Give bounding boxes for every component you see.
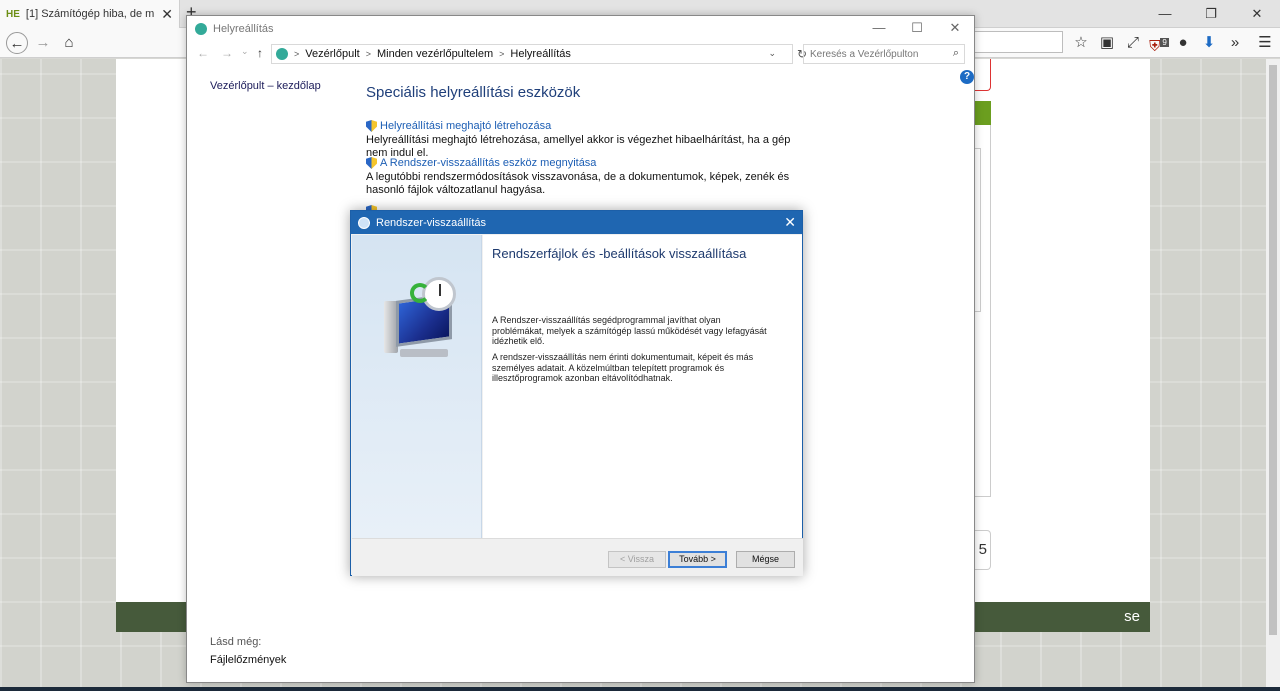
back-button[interactable]: < Vissza: [608, 551, 666, 568]
restore-button[interactable]: ❐: [1188, 0, 1234, 28]
uac-shield-icon: [366, 120, 377, 132]
tab-favicon-icon: HE: [6, 8, 20, 20]
bookmark-icon[interactable]: ☆: [1070, 32, 1092, 54]
page-scrollbar[interactable]: [1266, 59, 1280, 691]
tab-close-icon[interactable]: ✕: [161, 6, 173, 23]
breadcrumb-separator[interactable]: >: [294, 49, 299, 59]
cp-up-icon[interactable]: ↑: [257, 46, 263, 60]
recovery-drive-title[interactable]: Helyreállítási meghajtó létrehozása: [380, 120, 551, 132]
back-button[interactable]: ←: [6, 32, 28, 54]
dialog-close-icon[interactable]: ✕: [784, 214, 796, 231]
breadcrumb-separator[interactable]: >: [499, 49, 504, 59]
scrollbar-thumb[interactable]: [1269, 65, 1277, 635]
page-footer-text[interactable]: se: [1124, 608, 1140, 625]
dialog-heading: Rendszerfájlok és -beállítások visszaáll…: [492, 246, 747, 261]
cp-history-dropdown-icon[interactable]: ⌄: [241, 46, 249, 57]
cp-item-system-restore: A Rendszer-visszaállítás eszköz megnyitá…: [366, 157, 806, 197]
recovery-drive-link[interactable]: Helyreállítási meghajtó létrehozása: [366, 120, 806, 132]
system-restore-desc: A legutóbbi rendszermódosítások visszavo…: [366, 171, 790, 196]
breadcrumb-all-items[interactable]: Minden vezérlőpultelem: [377, 48, 493, 60]
dialog-sidebar: [352, 235, 482, 538]
page-alert-box: [973, 59, 991, 91]
expand-icon[interactable]: ⤢: [1122, 32, 1144, 54]
see-also-label: Lásd még:: [210, 636, 262, 648]
cp-forward-icon[interactable]: →: [221, 46, 233, 60]
file-history-link[interactable]: Fájlelőzmények: [210, 654, 286, 666]
ublock-badge: 9: [1160, 38, 1169, 47]
recovery-icon: [195, 23, 207, 35]
overflow-icon[interactable]: »: [1224, 32, 1246, 54]
close-window-button[interactable]: ✕: [1234, 0, 1280, 28]
forward-button[interactable]: →: [32, 32, 54, 54]
address-dropdown-icon[interactable]: ⌄: [768, 48, 776, 59]
restore-arrow-icon: [410, 283, 430, 303]
system-restore-dialog: Rendszer-visszaállítás ✕ Rendszerfájlok …: [350, 210, 803, 576]
browser-tab[interactable]: HE [1] Számítógép hiba, de mi a p ✕: [0, 0, 180, 28]
download-icon[interactable]: ⬇: [1198, 32, 1220, 54]
dialog-footer: < Vissza Tovább > Mégse: [352, 538, 803, 576]
browser-window-controls: — ❐ ✕: [1142, 0, 1280, 28]
breadcrumb-control-panel[interactable]: Vezérlőpult: [305, 48, 359, 60]
search-placeholder: Keresés a Vezérlőpulton: [810, 48, 919, 60]
cp-back-icon[interactable]: ←: [197, 46, 209, 60]
cp-heading: Speciális helyreállítási eszközök: [366, 84, 581, 101]
sync-icon[interactable]: ▣: [1096, 32, 1118, 54]
cp-maximize-button[interactable]: ☐: [898, 16, 936, 42]
help-icon[interactable]: ?: [960, 70, 974, 84]
address-recovery-icon: [276, 48, 288, 60]
dialog-title: Rendszer-visszaállítás: [376, 216, 487, 229]
breadcrumb-separator[interactable]: >: [366, 49, 371, 59]
home-button[interactable]: ⌂: [58, 32, 80, 54]
page-green-bar: [973, 101, 991, 125]
cp-address-row: ← → ⌄ ↑ > Vezérlőpult > Minden vezérlőpu…: [187, 42, 974, 66]
system-restore-icon: [358, 216, 370, 229]
dialog-paragraph-1: A Rendszer-visszaállítás segédprogrammal…: [492, 315, 767, 346]
dialog-paragraph-2: A rendszer-visszaállítás nem érinti doku…: [492, 352, 754, 383]
url-bar[interactable]: [975, 31, 1063, 53]
cancel-button[interactable]: Mégse: [736, 551, 795, 568]
cp-minimize-button[interactable]: —: [860, 16, 898, 42]
tab-title: [1] Számítógép hiba, de mi a p: [25, 8, 155, 20]
search-icon[interactable]: ⌕: [953, 47, 959, 60]
system-restore-link[interactable]: A Rendszer-visszaállítás eszköz megnyitá…: [366, 157, 806, 169]
dialog-body: Rendszerfájlok és -beállítások visszaáll…: [483, 235, 802, 538]
ublock-icon[interactable]: ⛨ 9: [1148, 32, 1170, 55]
cp-close-button[interactable]: ✕: [936, 16, 974, 42]
cp-home-link[interactable]: Vezérlőpult – kezdőlap: [210, 80, 321, 92]
cp-titlebar: Helyreállítás — ☐ ✕: [187, 16, 974, 42]
next-button[interactable]: Tovább >: [668, 551, 727, 568]
dialog-titlebar: Rendszer-visszaállítás ✕: [351, 211, 802, 234]
breadcrumb-recovery[interactable]: Helyreállítás: [510, 48, 571, 60]
pc-base: [400, 349, 448, 357]
cp-item-recovery-drive: Helyreállítási meghajtó létrehozása Hely…: [366, 120, 806, 160]
uac-shield-icon: [366, 157, 377, 169]
cp-address-bar[interactable]: > Vezérlőpult > Minden vezérlőpultelem >…: [271, 44, 793, 64]
cp-search-input[interactable]: Keresés a Vezérlőpulton ⌕: [803, 44, 965, 64]
system-restore-title[interactable]: A Rendszer-visszaállítás eszköz megnyitá…: [380, 157, 596, 169]
minimize-button[interactable]: —: [1142, 0, 1188, 28]
menu-icon[interactable]: ☰: [1254, 32, 1276, 54]
cp-window-title: Helyreállítás: [213, 23, 274, 35]
extension-icon[interactable]: ●: [1172, 32, 1194, 54]
computer-restore-icon: [380, 277, 460, 367]
taskbar: [0, 687, 1280, 691]
page-number-box[interactable]: 5: [973, 530, 991, 570]
cp-window-controls: — ☐ ✕: [860, 16, 974, 42]
